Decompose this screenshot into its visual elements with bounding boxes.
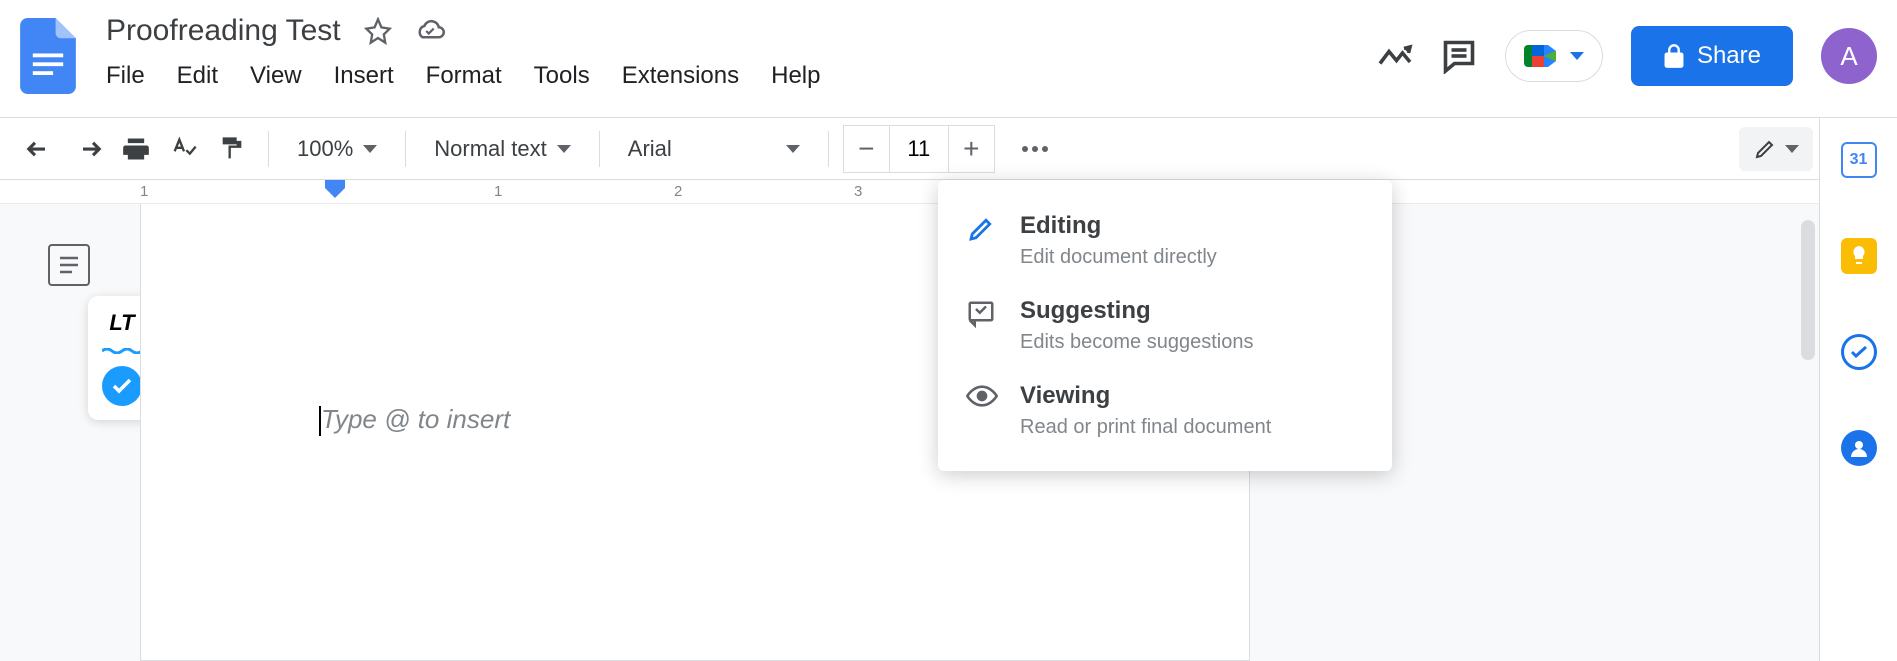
account-avatar[interactable]: A (1821, 28, 1877, 84)
undo-button[interactable] (18, 127, 62, 171)
left-gutter: LT (0, 204, 140, 661)
lock-icon (1663, 43, 1685, 69)
document-title[interactable]: Proofreading Test (106, 14, 341, 48)
mode-title: Suggesting (1020, 297, 1253, 325)
caret-down-icon (786, 145, 800, 153)
print-button[interactable] (114, 127, 158, 171)
caret-down-icon (557, 145, 571, 153)
text-cursor (319, 406, 321, 436)
meet-button[interactable] (1505, 30, 1603, 82)
pencil-icon (966, 214, 998, 246)
docs-logo-icon[interactable] (20, 18, 76, 94)
keep-app-icon[interactable] (1839, 236, 1879, 276)
title-area: Proofreading Test File Edit View Insert … (106, 10, 1377, 90)
font-value: Arial (628, 136, 672, 162)
app-header: Proofreading Test File Edit View Insert … (0, 0, 1897, 118)
paragraph-style-select[interactable]: Normal text (420, 136, 584, 162)
redo-button[interactable] (66, 127, 110, 171)
scrollbar-thumb[interactable] (1801, 220, 1815, 360)
caret-down-icon (1785, 145, 1799, 153)
mode-option-editing[interactable]: Editing Edit document directly (938, 198, 1392, 283)
indent-marker-icon[interactable] (323, 178, 347, 205)
font-select[interactable]: Arial (614, 136, 814, 162)
mode-desc: Read or print final document (1020, 416, 1271, 439)
outline-toggle-button[interactable] (48, 244, 90, 286)
menu-extensions[interactable]: Extensions (622, 62, 739, 90)
ruler-number: 3 (854, 183, 862, 200)
meet-caret-icon (1570, 52, 1584, 60)
eye-icon (966, 384, 998, 416)
comments-icon[interactable] (1441, 38, 1477, 74)
contacts-app-icon[interactable] (1839, 428, 1879, 468)
calendar-app-icon[interactable]: 31 (1839, 140, 1879, 180)
cloud-saved-icon[interactable] (415, 16, 445, 46)
ruler-number: 2 (674, 183, 682, 200)
mode-option-suggesting[interactable]: Suggesting Edits become suggestions (938, 283, 1392, 368)
menu-view[interactable]: View (250, 62, 302, 90)
mode-desc: Edit document directly (1020, 246, 1217, 269)
font-size-value[interactable]: 11 (890, 126, 948, 172)
mode-title: Editing (1020, 212, 1217, 240)
menu-help[interactable]: Help (771, 62, 820, 90)
ruler-number: 1 (140, 183, 148, 200)
header-actions: Share A (1377, 26, 1877, 86)
separator (828, 131, 829, 167)
menu-format[interactable]: Format (426, 62, 502, 90)
caret-down-icon (363, 145, 377, 153)
editing-mode-menu: Editing Edit document directly Suggestin… (938, 180, 1392, 471)
zoom-value: 100% (297, 136, 353, 162)
tasks-app-icon[interactable] (1839, 332, 1879, 372)
side-panel: 31 (1819, 118, 1897, 661)
font-size-decrease[interactable]: − (844, 126, 890, 172)
languagetool-logo-icon: LT (109, 310, 134, 336)
menu-tools[interactable]: Tools (534, 62, 590, 90)
spellcheck-button[interactable] (162, 127, 206, 171)
mode-title: Viewing (1020, 382, 1271, 410)
menu-bar: File Edit View Insert Format Tools Exten… (106, 62, 1377, 90)
editing-mode-button[interactable] (1739, 127, 1813, 171)
more-tools-button[interactable] (1013, 127, 1057, 171)
font-size-control: − 11 + (843, 125, 995, 173)
ruler-number: 1 (494, 183, 502, 200)
meet-icon (1524, 41, 1560, 71)
separator (599, 131, 600, 167)
activity-icon[interactable] (1377, 38, 1413, 74)
zoom-select[interactable]: 100% (283, 136, 391, 162)
mode-option-viewing[interactable]: Viewing Read or print final document (938, 368, 1392, 453)
separator (405, 131, 406, 167)
paint-format-button[interactable] (210, 127, 254, 171)
suggest-icon (966, 299, 998, 331)
separator (268, 131, 269, 167)
menu-edit[interactable]: Edit (177, 62, 218, 90)
avatar-letter: A (1840, 41, 1857, 72)
menu-file[interactable]: File (106, 62, 145, 90)
toolbar: 100% Normal text Arial − 11 + (0, 118, 1897, 180)
share-label: Share (1697, 42, 1761, 70)
pencil-icon (1753, 137, 1777, 161)
menu-insert[interactable]: Insert (334, 62, 394, 90)
share-button[interactable]: Share (1631, 26, 1793, 86)
check-circle-icon (102, 366, 142, 406)
style-value: Normal text (434, 136, 546, 162)
mode-desc: Edits become suggestions (1020, 331, 1253, 354)
font-size-increase[interactable]: + (948, 126, 994, 172)
star-icon[interactable] (363, 16, 393, 46)
wave-underline-icon (102, 348, 142, 354)
